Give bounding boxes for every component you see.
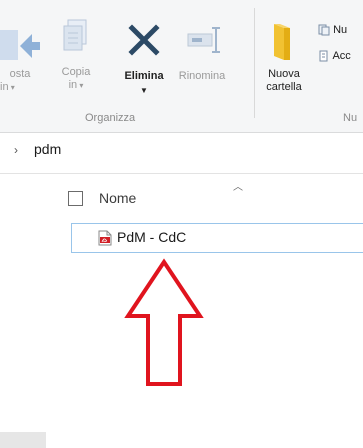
- copy-to-button[interactable]: Copia in ▾: [56, 16, 96, 92]
- red-up-arrow-annotation: [124, 258, 204, 386]
- easy-access-icon: [319, 50, 328, 62]
- column-header-row: Nome: [68, 186, 363, 212]
- status-bar-stub: [0, 432, 46, 448]
- easy-access-button[interactable]: Acc: [318, 50, 351, 62]
- group-label-organizza: Organizza: [85, 112, 136, 124]
- address-bar[interactable]: › pdm: [0, 133, 363, 174]
- delete-label: Elimina: [124, 70, 164, 82]
- column-header-name[interactable]: Nome: [99, 190, 136, 206]
- rename-button[interactable]: Rinomina: [172, 20, 232, 83]
- delete-dropdown-icon[interactable]: ▼: [116, 87, 172, 95]
- paste-sublabel: in ▾: [0, 81, 15, 93]
- breadcrumb-chevron-icon[interactable]: ›: [14, 143, 18, 157]
- select-all-checkbox[interactable]: [68, 191, 83, 206]
- delete-button[interactable]: Elimina ▼: [116, 20, 172, 95]
- easy-access-label: Acc: [332, 50, 351, 62]
- new-folder-label: Nuova: [268, 68, 300, 80]
- new-folder-sublabel: cartella: [266, 81, 302, 93]
- new-item-icon: [318, 24, 330, 36]
- paste-label: osta: [9, 68, 31, 80]
- paste-icon: [0, 30, 40, 60]
- new-folder-icon: [274, 24, 290, 60]
- file-row[interactable]: PdM - CdC: [71, 223, 363, 253]
- copy-to-icon: [63, 19, 87, 51]
- delete-x-icon: [128, 24, 160, 56]
- file-name: PdM - CdC: [117, 229, 187, 245]
- ribbon: osta in ▾ Copia in ▾ Elimina ▼ Rinomina …: [0, 0, 363, 133]
- ribbon-separator: [254, 8, 255, 118]
- new-item-button[interactable]: Nu: [318, 24, 347, 36]
- copy-to-label: Copia: [61, 66, 91, 78]
- new-item-label: Nu: [333, 24, 348, 36]
- new-folder-button[interactable]: Nuova cartella: [256, 20, 312, 94]
- rename-label: Rinomina: [178, 70, 226, 82]
- pdf-file-icon: [98, 230, 112, 246]
- breadcrumb-folder[interactable]: pdm: [34, 141, 61, 157]
- paste-button[interactable]: osta in ▾: [0, 22, 42, 94]
- copy-to-sublabel: in ▾: [68, 79, 84, 91]
- rename-icon: [187, 27, 220, 53]
- group-label-nuovo: Nu: [343, 112, 358, 124]
